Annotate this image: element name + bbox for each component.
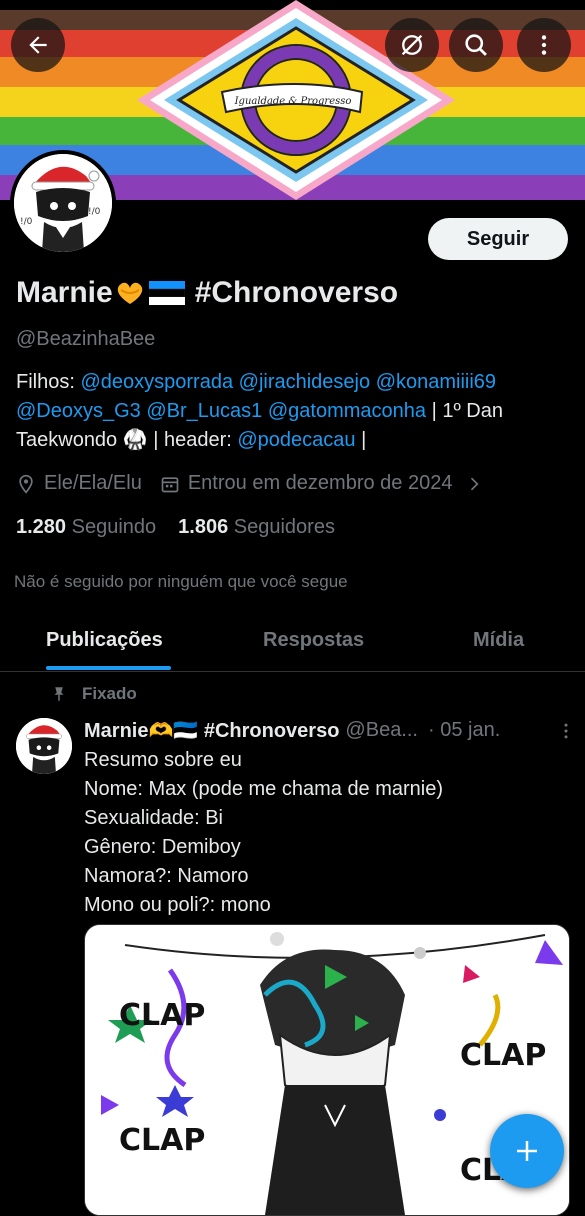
- post-more-icon[interactable]: [556, 721, 576, 741]
- profile-name-text: Marnie: [16, 276, 113, 309]
- post-line: Nome: Max (pode me chama de marnie): [84, 778, 444, 800]
- pin-icon: [54, 687, 64, 701]
- search-button[interactable]: [449, 18, 503, 72]
- bio-header-link[interactable]: @podecacau: [237, 429, 355, 451]
- bio-mention-link[interactable]: @Br_Lucas1: [146, 400, 262, 422]
- avatar-image: !/0 !/0: [14, 154, 112, 252]
- profile-tabs: Publicações Respostas Mídia: [0, 615, 585, 672]
- post-author-name[interactable]: Marnie🫶🇪🇪 #Chronoverso: [84, 718, 339, 743]
- plus-icon: [517, 1141, 537, 1161]
- pinned-indicator: Fixado: [50, 684, 137, 704]
- bio-mention-link[interactable]: @konamiiii69: [376, 371, 496, 393]
- followers-link[interactable]: 1.806 Seguidores: [178, 516, 335, 539]
- followers-label: Seguidores: [233, 516, 335, 538]
- calendar-icon: [161, 476, 179, 492]
- post-line: Sexualidade: Bi: [84, 807, 223, 829]
- back-button[interactable]: [11, 18, 65, 72]
- following-link[interactable]: 1.280 Seguindo: [16, 516, 156, 539]
- post-line: Resumo sobre eu: [84, 749, 242, 771]
- profile-avatar[interactable]: !/0 !/0: [10, 150, 116, 256]
- profile-meta: Ele/Ela/Elu Entrou em dezembro de 2024: [16, 472, 492, 495]
- post-author-handle[interactable]: @Bea...: [345, 719, 418, 742]
- estonia-flag-icon: [148, 281, 185, 305]
- followers-count: 1.806: [178, 516, 229, 538]
- bio-mention-link[interactable]: @deoxysporrada: [80, 371, 233, 393]
- joined-text: Entrou em dezembro de 2024: [187, 472, 453, 494]
- arrow-left-icon: [29, 36, 47, 54]
- profile-stats: 1.280 Seguindo 1.806 Seguidores: [16, 516, 335, 539]
- profile-bio: Filhos: @deoxysporrada @jirachidesejo @k…: [16, 368, 576, 455]
- post-author-avatar[interactable]: [16, 718, 72, 774]
- bio-prefix: Filhos:: [16, 371, 81, 393]
- bio-suffix: |: [355, 429, 367, 451]
- post-line: Namora?: Namoro: [84, 865, 249, 887]
- banner-ribbon-text: Igualdade & Progresso: [234, 96, 352, 107]
- bio-mention-link[interactable]: @gatommaconha: [268, 400, 426, 422]
- tab-respostas[interactable]: Respostas: [263, 629, 364, 652]
- following-label: Seguindo: [71, 516, 157, 538]
- circle-slash-icon: [401, 34, 423, 56]
- bio-mention-link[interactable]: @jirachidesejo: [239, 371, 370, 393]
- media-clap-text: CLAP: [119, 1123, 205, 1158]
- profile-name-suffix: #Chronoverso: [194, 276, 399, 309]
- pronouns-text: Ele/Ela/Elu: [44, 472, 142, 494]
- following-count: 1.280: [16, 516, 67, 538]
- bio-mention-link[interactable]: @Deoxys_G3: [16, 400, 141, 422]
- profile-handle: @BeazinhaBee: [16, 328, 156, 350]
- media-clap-text: CLAP: [460, 1038, 546, 1073]
- location-pin-icon: [19, 474, 33, 494]
- profile-name: Marnie #Chronoverso: [16, 276, 398, 310]
- post-line: Mono ou poli?: mono: [84, 894, 271, 916]
- post-date[interactable]: · 05 jan.: [428, 719, 500, 742]
- more-vertical-icon: [541, 35, 547, 55]
- post-line: Gênero: Demiboy: [84, 836, 241, 858]
- post-text: Resumo sobre eu Nome: Max (pode me chama…: [84, 746, 574, 920]
- follow-button[interactable]: Seguir: [428, 218, 568, 260]
- post-header: Marnie🫶🇪🇪 #Chronoverso @Bea... · 05 jan.: [84, 718, 576, 743]
- more-button[interactable]: [517, 18, 571, 72]
- not-followed-notice: Não é seguido por ninguém que você segue: [14, 572, 348, 591]
- tab-publicacoes[interactable]: Publicações: [46, 629, 163, 652]
- svg-text:!/0: !/0: [88, 207, 101, 217]
- heart-hands-emoji-icon: [117, 282, 142, 304]
- media-clap-text: CLAP: [119, 998, 205, 1033]
- active-tab-indicator: [46, 666, 171, 670]
- chevron-right-icon[interactable]: [464, 474, 484, 494]
- mute-button[interactable]: [385, 18, 439, 72]
- search-icon: [465, 34, 487, 56]
- tab-midia[interactable]: Mídia: [473, 629, 524, 652]
- pinned-label: Fixado: [82, 684, 137, 703]
- avatar-image: [16, 718, 72, 774]
- compose-button[interactable]: [490, 1114, 564, 1188]
- svg-text:!/0: !/0: [20, 217, 33, 227]
